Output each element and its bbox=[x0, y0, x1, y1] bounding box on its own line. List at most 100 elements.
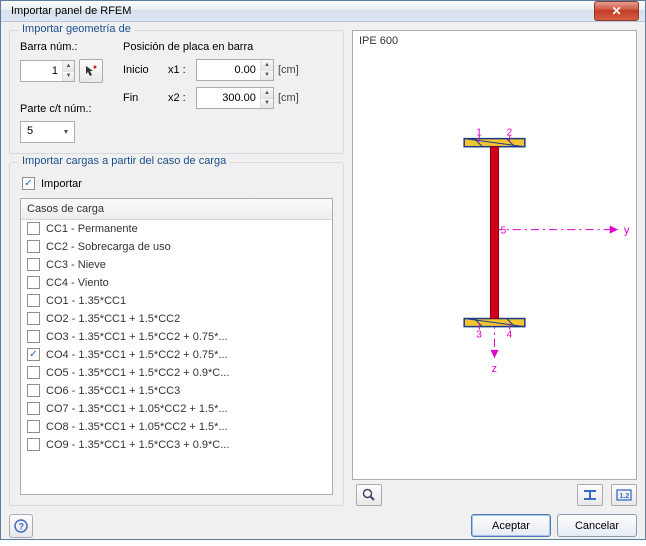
list-item-label: CC4 - Viento bbox=[46, 277, 109, 289]
list-item[interactable]: CO7 - 1.35*CC1 + 1.05*CC2 + 1.5*... bbox=[21, 400, 332, 418]
list-item[interactable]: CC4 - Viento bbox=[21, 274, 332, 292]
part-select[interactable]: 5 ▼ bbox=[20, 121, 75, 143]
start-unit: [cm] bbox=[274, 64, 308, 76]
end-field[interactable] bbox=[197, 88, 260, 108]
start-input[interactable]: ▲▼ bbox=[196, 59, 274, 81]
list-item-label: CC1 - Permanente bbox=[46, 223, 138, 235]
list-item-label: CC3 - Nieve bbox=[46, 259, 106, 271]
list-item-label: CO5 - 1.35*CC1 + 1.5*CC2 + 0.9*C... bbox=[46, 367, 229, 379]
list-item-checkbox[interactable] bbox=[27, 366, 40, 379]
geometry-group-title: Importar geometría de bbox=[18, 23, 135, 35]
start-field[interactable] bbox=[197, 60, 260, 80]
member-label: Barra núm.: bbox=[20, 41, 103, 53]
chevron-down-icon: ▼ bbox=[58, 122, 74, 142]
list-item-checkbox[interactable] bbox=[27, 312, 40, 325]
end-unit: [cm] bbox=[274, 92, 308, 104]
list-item[interactable]: ✓ CO4 - 1.35*CC1 + 1.5*CC2 + 0.75*... bbox=[21, 346, 332, 364]
cancel-button[interactable]: Cancelar bbox=[557, 514, 637, 537]
dialog-window: Importar panel de RFEM ✕ Importar geomet… bbox=[0, 0, 646, 540]
list-item-label: CO2 - 1.35*CC1 + 1.5*CC2 bbox=[46, 313, 180, 325]
list-item-label: CO6 - 1.35*CC1 + 1.5*CC3 bbox=[46, 385, 180, 397]
loadcase-group: Importar cargas a partir del caso de car… bbox=[9, 162, 344, 506]
list-item-checkbox[interactable] bbox=[27, 222, 40, 235]
loadcase-list-header: Casos de carga bbox=[21, 199, 332, 220]
list-item-checkbox[interactable] bbox=[27, 276, 40, 289]
list-item[interactable]: CO6 - 1.35*CC1 + 1.5*CC3 bbox=[21, 382, 332, 400]
end-label: Fin bbox=[123, 92, 168, 104]
window-title: Importar panel de RFEM bbox=[11, 5, 594, 17]
list-item-label: CC2 - Sobrecarga de uso bbox=[46, 241, 171, 253]
end-input[interactable]: ▲▼ bbox=[196, 87, 274, 109]
list-item[interactable]: CC2 - Sobrecarga de uso bbox=[21, 238, 332, 256]
svg-text:?: ? bbox=[19, 521, 25, 531]
start-var: x1 : bbox=[168, 64, 196, 76]
geometry-group: Importar geometría de Barra núm.: ▲▼ bbox=[9, 30, 344, 154]
import-checkbox-row[interactable]: ✓ Importar bbox=[22, 177, 333, 190]
import-checkbox[interactable]: ✓ bbox=[22, 177, 35, 190]
member-number-field[interactable] bbox=[21, 61, 62, 81]
loadcase-group-title: Importar cargas a partir del caso de car… bbox=[18, 155, 230, 167]
end-var: x2 : bbox=[168, 92, 196, 104]
member-number-input[interactable]: ▲▼ bbox=[20, 60, 75, 82]
list-item-checkbox[interactable] bbox=[27, 240, 40, 253]
content-area: Importar geometría de Barra núm.: ▲▼ bbox=[1, 22, 645, 506]
pick-member-button[interactable] bbox=[79, 59, 103, 83]
end-spin-arrows[interactable]: ▲▼ bbox=[260, 88, 273, 108]
accept-button[interactable]: Aceptar bbox=[471, 514, 551, 537]
list-item-checkbox[interactable] bbox=[27, 294, 40, 307]
help-icon: ? bbox=[14, 519, 28, 533]
i-beam-icon bbox=[582, 489, 598, 501]
list-item-label: CO7 - 1.35*CC1 + 1.05*CC2 + 1.5*... bbox=[46, 403, 228, 415]
right-column: IPE 600 y z bbox=[352, 30, 637, 506]
list-item-checkbox[interactable] bbox=[27, 258, 40, 271]
close-icon: ✕ bbox=[611, 4, 621, 18]
svg-text:1.2: 1.2 bbox=[620, 493, 630, 500]
list-item-label: CO8 - 1.35*CC1 + 1.05*CC2 + 1.5*... bbox=[46, 421, 228, 433]
node-5: 5 bbox=[501, 226, 507, 237]
list-item-checkbox[interactable] bbox=[27, 438, 40, 451]
preview-section-title: IPE 600 bbox=[359, 35, 398, 47]
list-item-checkbox[interactable] bbox=[27, 420, 40, 433]
zoom-button[interactable] bbox=[356, 484, 382, 506]
loadcase-list-body[interactable]: CC1 - Permanente CC2 - Sobrecarga de uso C… bbox=[21, 220, 332, 494]
section-view-button[interactable] bbox=[577, 484, 603, 506]
list-item[interactable]: CC1 - Permanente bbox=[21, 220, 332, 238]
part-label: Parte c/t núm.: bbox=[20, 103, 103, 115]
axis-z-label: z bbox=[491, 363, 497, 375]
list-item[interactable]: CO9 - 1.35*CC1 + 1.5*CC3 + 0.9*C... bbox=[21, 436, 332, 454]
plate-pos-label: Posición de placa en barra bbox=[123, 41, 308, 53]
list-item[interactable]: CO3 - 1.35*CC1 + 1.5*CC2 + 0.75*... bbox=[21, 328, 332, 346]
section-preview[interactable]: IPE 600 y z bbox=[352, 30, 637, 480]
list-item-label: CO4 - 1.35*CC1 + 1.5*CC2 + 0.75*... bbox=[46, 349, 228, 361]
list-item[interactable]: CC3 - Nieve bbox=[21, 256, 332, 274]
list-item-checkbox[interactable] bbox=[27, 402, 40, 415]
list-item[interactable]: CO5 - 1.35*CC1 + 1.5*CC2 + 0.9*C... bbox=[21, 364, 332, 382]
loadcase-listbox[interactable]: Casos de carga CC1 - Permanente CC2 - Sob… bbox=[20, 198, 333, 495]
list-item-checkbox[interactable] bbox=[27, 384, 40, 397]
values-view-button[interactable]: 1.2 bbox=[611, 484, 637, 506]
node-4: 4 bbox=[507, 330, 513, 341]
list-item[interactable]: CO2 - 1.35*CC1 + 1.5*CC2 bbox=[21, 310, 332, 328]
axis-y-label: y bbox=[624, 225, 630, 237]
section-svg: y z bbox=[353, 31, 636, 479]
list-item-checkbox[interactable]: ✓ bbox=[27, 348, 40, 361]
list-item-checkbox[interactable] bbox=[27, 330, 40, 343]
left-column: Importar geometría de Barra núm.: ▲▼ bbox=[9, 30, 344, 506]
start-label: Inicio bbox=[123, 64, 168, 76]
titlebar: Importar panel de RFEM ✕ bbox=[1, 1, 645, 22]
list-item[interactable]: CO1 - 1.35*CC1 bbox=[21, 292, 332, 310]
list-item-label: CO3 - 1.35*CC1 + 1.5*CC2 + 0.75*... bbox=[46, 331, 228, 343]
help-button[interactable]: ? bbox=[9, 514, 33, 538]
list-item-label: CO1 - 1.35*CC1 bbox=[46, 295, 126, 307]
cursor-pick-icon bbox=[84, 64, 98, 78]
list-item-label: CO9 - 1.35*CC1 + 1.5*CC3 + 0.9*C... bbox=[46, 439, 229, 451]
magnifier-icon bbox=[362, 488, 376, 502]
close-button[interactable]: ✕ bbox=[594, 1, 639, 21]
node-3: 3 bbox=[476, 330, 482, 341]
values-icon: 1.2 bbox=[616, 489, 632, 501]
list-item[interactable]: CO8 - 1.35*CC1 + 1.05*CC2 + 1.5*... bbox=[21, 418, 332, 436]
member-spin-arrows[interactable]: ▲▼ bbox=[62, 61, 74, 81]
start-spin-arrows[interactable]: ▲▼ bbox=[260, 60, 273, 80]
part-select-value: 5 bbox=[21, 122, 58, 142]
preview-toolbar: 1.2 bbox=[352, 480, 637, 506]
